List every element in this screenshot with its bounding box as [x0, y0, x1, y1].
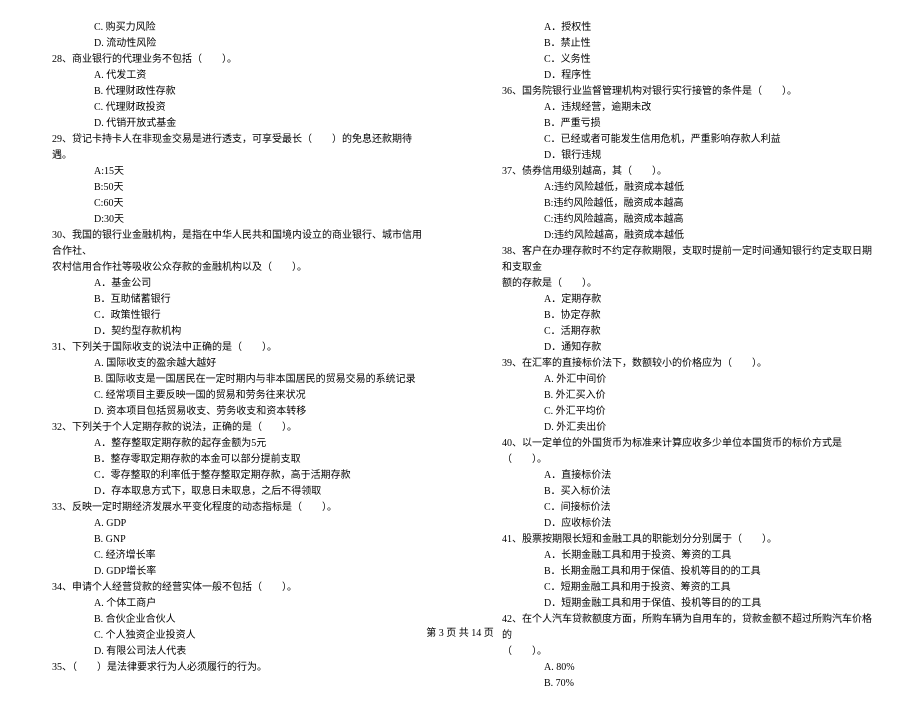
option: B. 国际收支是一国居民在一定时期内与非本国居民的贸易交易的系统记录 [40, 372, 430, 388]
option: B．禁止性 [490, 36, 880, 52]
option: A．整存整取定期存款的起存金额为5元 [40, 436, 430, 452]
question-34: 34、申请个人经营贷款的经营实体一般不包括（ ）。 [40, 580, 430, 596]
option: A. GDP [40, 516, 430, 532]
question-38-cont: 额的存款是（ ）。 [490, 276, 880, 292]
question-35: 35、（ ）是法律要求行为人必须履行的行为。 [40, 660, 430, 676]
option: B．整存零取定期存款的本金可以部分提前支取 [40, 452, 430, 468]
option: B. 外汇买入价 [490, 388, 880, 404]
option: C. 经常项目主要反映一国的贸易和劳务往来状况 [40, 388, 430, 404]
question-31: 31、下列关于国际收支的说法中正确的是（ ）。 [40, 340, 430, 356]
option: D:30天 [40, 212, 430, 228]
option: C. 外汇平均价 [490, 404, 880, 420]
option: C．政策性银行 [40, 308, 430, 324]
page-footer: 第 3 页 共 14 页 [0, 626, 920, 642]
option: A．违规经营，逾期未改 [490, 100, 880, 116]
option: D．通知存款 [490, 340, 880, 356]
option: C. 经济增长率 [40, 548, 430, 564]
question-39: 39、在汇率的直接标价法下，数额较小的价格应为（ ）。 [490, 356, 880, 372]
question-29: 29、贷记卡持卡人在非现金交易是进行透支，可享受最长（ ）的免息还款期待遇。 [40, 132, 430, 164]
question-28: 28、商业银行的代理业务不包括（ ）。 [40, 52, 430, 68]
option: D. 资本项目包括贸易收支、劳务收支和资本转移 [40, 404, 430, 420]
option: B．互助储蓄银行 [40, 292, 430, 308]
option: A. 个体工商户 [40, 596, 430, 612]
option: D. 有限公司法人代表 [40, 644, 430, 660]
option: A．直接标价法 [490, 468, 880, 484]
option: B．买入标价法 [490, 484, 880, 500]
option: B．严重亏损 [490, 116, 880, 132]
option: C. 购买力风险 [40, 20, 430, 36]
option: D．存本取息方式下，取息日未取息，之后不得领取 [40, 484, 430, 500]
option: D. GDP增长率 [40, 564, 430, 580]
option: B．协定存款 [490, 308, 880, 324]
exam-page: C. 购买力风险 D. 流动性风险 28、商业银行的代理业务不包括（ ）。 A.… [0, 0, 920, 722]
option: C. 代理财政投资 [40, 100, 430, 116]
option: C．间接标价法 [490, 500, 880, 516]
option: C:违约风险越高，融资成本越高 [490, 212, 880, 228]
question-30-cont: 农村信用合作社等吸收公众存款的金融机构以及（ ）。 [40, 260, 430, 276]
option: A:15天 [40, 164, 430, 180]
question-42-cont: （ ）。 [490, 644, 880, 660]
question-32: 32、下列关于个人定期存款的说法，正确的是（ ）。 [40, 420, 430, 436]
right-column: A．授权性 B．禁止性 C．义务性 D．程序性 36、国务院银行业监督管理机构对… [490, 20, 880, 692]
option: D. 代销开放式基金 [40, 116, 430, 132]
option: D．银行违规 [490, 148, 880, 164]
option: B. 代理财政性存款 [40, 84, 430, 100]
option: A．定期存款 [490, 292, 880, 308]
option: B:违约风险越低，融资成本越高 [490, 196, 880, 212]
question-33: 33、反映一定时期经济发展水平变化程度的动态指标是（ ）。 [40, 500, 430, 516]
option: B. 70% [490, 676, 880, 692]
option: B:50天 [40, 180, 430, 196]
question-38: 38、客户在办理存款时不约定存款期限，支取时提前一定时间通知银行约定支取日期和支… [490, 244, 880, 276]
question-37: 37、债券信用级别越高，其（ ）。 [490, 164, 880, 180]
option: A. 80% [490, 660, 880, 676]
option: D．短期金融工具和用于保值、投机等目的的工具 [490, 596, 880, 612]
option: A. 国际收支的盈余越大越好 [40, 356, 430, 372]
left-column: C. 购买力风险 D. 流动性风险 28、商业银行的代理业务不包括（ ）。 A.… [40, 20, 430, 692]
option: A. 外汇中间价 [490, 372, 880, 388]
option: C．短期金融工具和用于投资、筹资的工具 [490, 580, 880, 596]
option: C．零存整取的利率低于整存整取定期存款，高于活期存款 [40, 468, 430, 484]
option: A:违约风险越低，融资成本越低 [490, 180, 880, 196]
question-36: 36、国务院银行业监督管理机构对银行实行接管的条件是（ ）。 [490, 84, 880, 100]
option: D．应收标价法 [490, 516, 880, 532]
option: D. 外汇卖出价 [490, 420, 880, 436]
option: D:违约风险越高，融资成本越低 [490, 228, 880, 244]
option: A．授权性 [490, 20, 880, 36]
option: D. 流动性风险 [40, 36, 430, 52]
option: B．长期金融工具和用于保值、投机等目的的工具 [490, 564, 880, 580]
option: C．已经或者可能发生信用危机，严重影响存款人利益 [490, 132, 880, 148]
option: D．程序性 [490, 68, 880, 84]
question-41: 41、股票按期限长短和金融工具的职能划分分别属于（ ）。 [490, 532, 880, 548]
option: C．义务性 [490, 52, 880, 68]
option: A．基金公司 [40, 276, 430, 292]
option: A. 代发工资 [40, 68, 430, 84]
option: B. GNP [40, 532, 430, 548]
option: C:60天 [40, 196, 430, 212]
question-30: 30、我国的银行业金融机构，是指在中华人民共和国境内设立的商业银行、城市信用合作… [40, 228, 430, 260]
option: D．契约型存款机构 [40, 324, 430, 340]
option: A．长期金融工具和用于投资、筹资的工具 [490, 548, 880, 564]
question-40: 40、以一定单位的外国货币为标准来计算应收多少单位本国货币的标价方式是（ ）。 [490, 436, 880, 468]
option: C．活期存款 [490, 324, 880, 340]
